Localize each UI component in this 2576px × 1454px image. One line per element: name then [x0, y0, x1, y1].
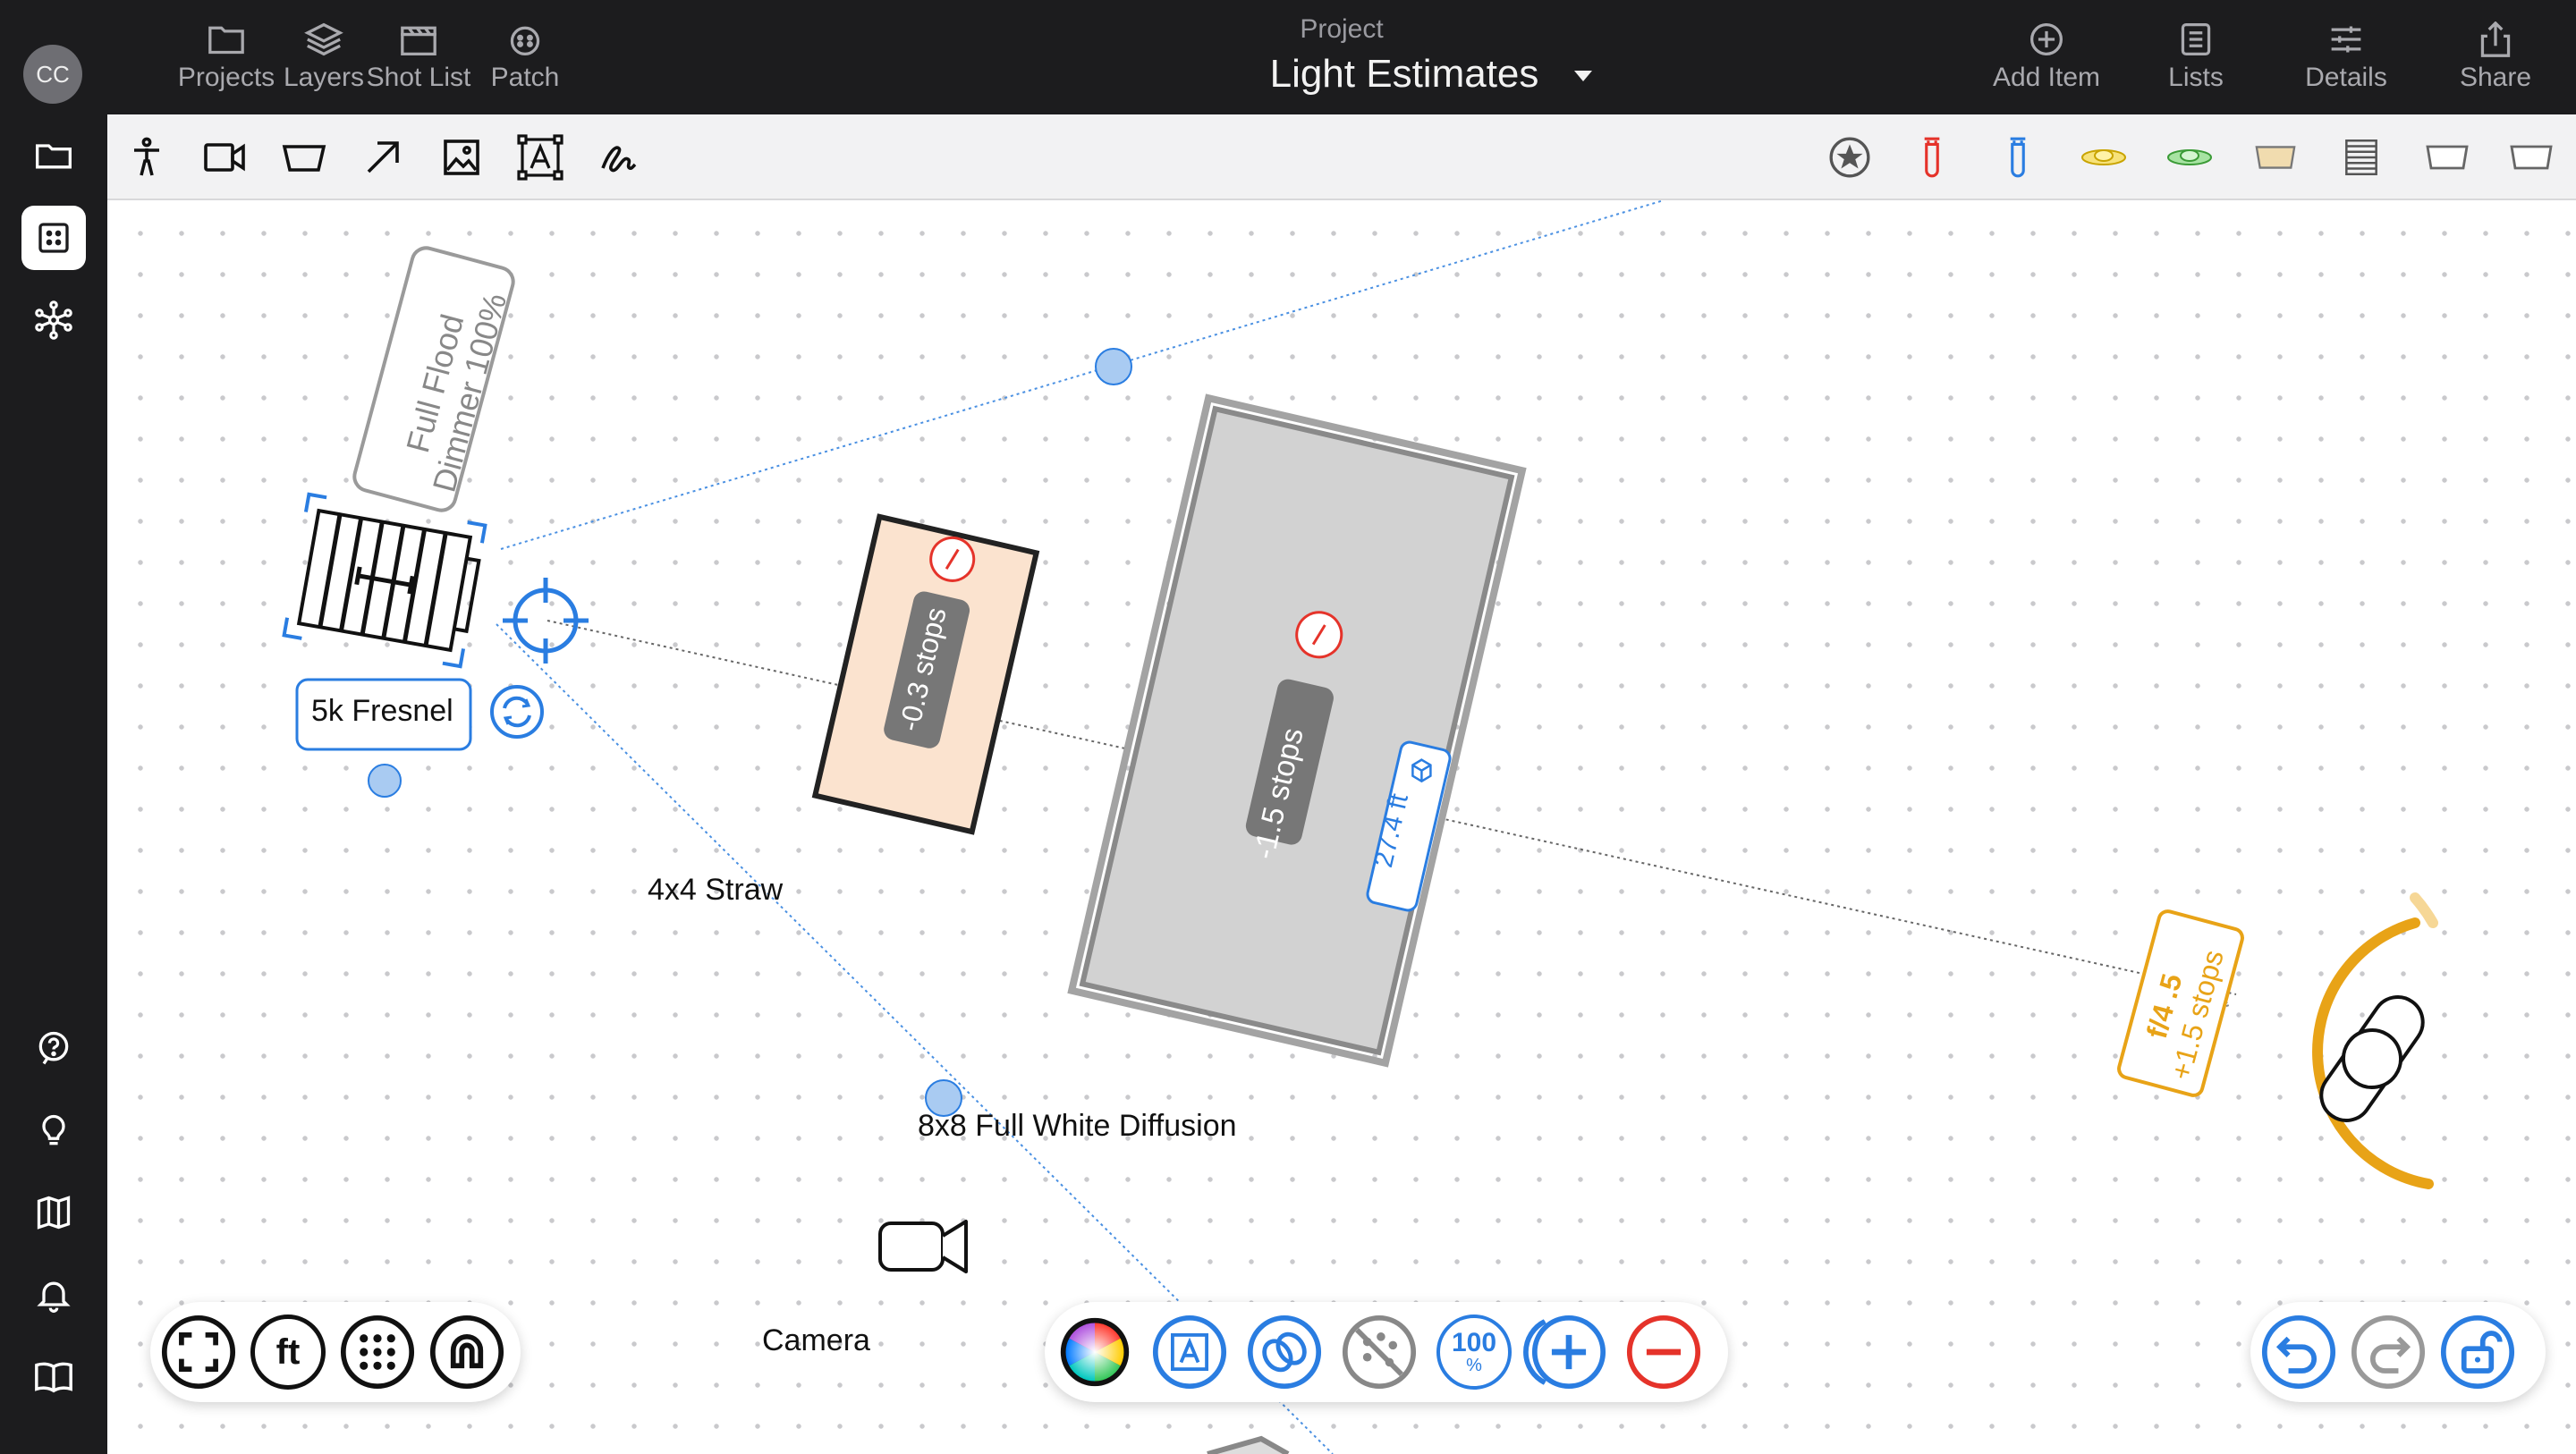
undo-button[interactable] [2261, 1315, 2336, 1390]
plus-icon [1531, 1315, 1606, 1390]
avatar[interactable]: CC [23, 45, 82, 104]
camera-icon[interactable] [878, 1220, 968, 1273]
redo-icon [2351, 1315, 2426, 1390]
share-icon [2480, 21, 2511, 57]
grid-dots-icon [340, 1315, 415, 1390]
sliders-icon [2331, 26, 2361, 53]
magnet-icon [429, 1315, 504, 1390]
color-wheel-icon [1060, 1317, 1130, 1387]
clapperboard-icon [401, 26, 436, 55]
tool-row [107, 114, 2576, 200]
patch-icon [510, 26, 540, 55]
project-caption: Project [1300, 14, 1384, 44]
diffusion-label: 8x8 Full White Diffusion [918, 1109, 1237, 1143]
link-rings-icon [1247, 1315, 1322, 1390]
palette-off-icon [1342, 1315, 1417, 1390]
nav-patch[interactable]: Patch [458, 21, 592, 93]
unlock-icon [2440, 1315, 2515, 1390]
aim-target-icon[interactable] [503, 578, 589, 664]
top-bar: Projects Layers Shot List Patch Project … [107, 0, 2576, 114]
view-controls: ft [150, 1302, 521, 1402]
details-button[interactable]: Details [2279, 21, 2413, 93]
text-tool-icon[interactable] [513, 131, 567, 184]
fixture-label: 5k Fresnel [311, 694, 453, 728]
hide-gels-button[interactable] [1342, 1315, 1417, 1390]
shape-tool-icon[interactable] [277, 131, 331, 184]
rotate-icon[interactable] [490, 685, 544, 739]
fit-screen-button[interactable] [161, 1315, 236, 1390]
lock-button[interactable] [2440, 1315, 2515, 1390]
lightbulb-icon[interactable] [21, 1098, 86, 1162]
undo-icon [2261, 1315, 2336, 1390]
map-icon[interactable] [21, 1180, 86, 1245]
lists-button[interactable]: Lists [2129, 21, 2263, 93]
plot-canvas[interactable]: Full Flood Dimmer 100% 5k Fresnel -0.3 s… [107, 200, 2576, 1454]
color-picker-button[interactable] [1057, 1315, 1132, 1390]
help-icon[interactable] [21, 1016, 86, 1080]
offscreen-object [1207, 1435, 1290, 1454]
image-tool-icon[interactable] [435, 131, 488, 184]
gel-label: 4x4 Straw [648, 873, 784, 907]
project-title[interactable]: Light Estimates [1163, 52, 1699, 97]
left-rail: CC [0, 0, 107, 1454]
zoom-level-button[interactable]: 100 % [1436, 1315, 1512, 1390]
fresnel-fixture[interactable] [282, 492, 487, 669]
camera-tool-icon[interactable] [199, 131, 252, 184]
zoom-out-button[interactable] [1626, 1315, 1701, 1390]
grid-toggle-button[interactable] [340, 1315, 415, 1390]
favorite-icon[interactable] [1823, 131, 1877, 184]
snap-button[interactable] [429, 1315, 504, 1390]
text-box-icon [1152, 1315, 1227, 1390]
yellow-led-icon[interactable] [2077, 131, 2131, 184]
person-tool-icon[interactable] [120, 131, 174, 184]
camera-label: Camera [762, 1323, 870, 1357]
green-led-icon[interactable] [2163, 131, 2216, 184]
zoom-in-button[interactable] [1531, 1315, 1606, 1390]
plus-circle-icon [2030, 23, 2063, 55]
flag-icon[interactable] [2249, 131, 2302, 184]
minus-icon [1626, 1315, 1701, 1390]
floor-shape-2-icon[interactable] [2504, 131, 2558, 184]
book-icon[interactable] [21, 1345, 86, 1409]
text-box-button[interactable] [1152, 1315, 1227, 1390]
edit-controls: 100 % [1045, 1302, 1728, 1402]
draw-tool-icon[interactable] [592, 131, 646, 184]
link-button[interactable] [1247, 1315, 1322, 1390]
share-button[interactable]: Share [2428, 21, 2563, 93]
folder-icon[interactable] [21, 123, 86, 188]
list-icon [2181, 23, 2211, 55]
floor-shape-icon[interactable] [2420, 131, 2474, 184]
fit-screen-icon [161, 1315, 236, 1390]
redo-button[interactable] [2351, 1315, 2426, 1390]
history-controls [2250, 1302, 2546, 1402]
folder-icon [208, 26, 244, 55]
network-icon[interactable] [21, 288, 86, 352]
arrow-tool-icon[interactable] [356, 131, 410, 184]
fixture-handle[interactable] [368, 764, 402, 798]
units-button[interactable]: ft [250, 1315, 326, 1390]
bell-icon[interactable] [21, 1263, 86, 1327]
beam-handle-upper[interactable] [1095, 348, 1132, 385]
layers-icon [304, 22, 343, 56]
chevron-down-icon [1574, 71, 1593, 82]
diffusion-frame-icon[interactable] [2334, 131, 2388, 184]
plot-icon[interactable] [21, 206, 86, 270]
add-item-button[interactable]: Add Item [1979, 21, 2114, 93]
blue-light-icon[interactable] [1991, 131, 2045, 184]
red-light-icon[interactable] [1905, 131, 1959, 184]
